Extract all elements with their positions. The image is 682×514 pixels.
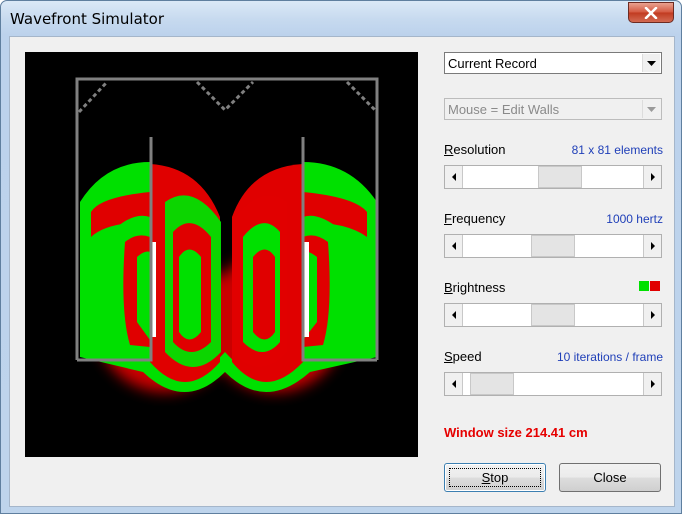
brightness-label-rest: rightness xyxy=(452,280,506,295)
chevron-down-icon xyxy=(647,61,656,66)
view-record-value: Current Record xyxy=(448,56,537,71)
scroll-right-button[interactable] xyxy=(643,373,661,395)
speed-value: 10 iterations / frame xyxy=(556,350,663,364)
scroll-right-button[interactable] xyxy=(643,235,661,257)
resolution-scrollbar[interactable] xyxy=(444,165,662,189)
brightness-swatch-green xyxy=(639,281,649,291)
resolution-value: 81 x 81 elements xyxy=(571,143,663,157)
brightness-swatch-red xyxy=(650,281,660,291)
focus-rectangle xyxy=(449,468,541,487)
scroll-thumb[interactable] xyxy=(470,373,514,395)
arrow-left-icon xyxy=(451,173,456,181)
stop-button[interactable]: Stop xyxy=(444,463,546,492)
view-record-dropdown-button[interactable] xyxy=(642,54,660,72)
mouse-mode-dropdown-button xyxy=(642,100,660,118)
wave-field-drawing xyxy=(75,77,379,392)
speed-label-rest: peed xyxy=(452,349,482,364)
arrow-left-icon xyxy=(451,242,456,250)
frequency-value: 1000 hertz xyxy=(606,212,663,226)
close-button[interactable]: Close xyxy=(559,463,661,492)
wavefront-simulator-window: Wavefront Simulator Current Record Mouse… xyxy=(0,0,682,514)
mouse-mode-select: Mouse = Edit Walls xyxy=(444,98,662,120)
scroll-left-button[interactable] xyxy=(445,304,463,326)
dialog-client-area: Current Record Mouse = Edit Walls Resolu… xyxy=(9,36,675,507)
scroll-track[interactable] xyxy=(463,235,643,257)
resolution-label-rest: esolution xyxy=(453,142,506,157)
window-close-button[interactable] xyxy=(628,2,674,23)
arrow-right-icon xyxy=(650,380,655,388)
scroll-thumb[interactable] xyxy=(531,304,575,326)
scroll-left-button[interactable] xyxy=(445,166,463,188)
arrow-right-icon xyxy=(650,173,655,181)
scroll-thumb[interactable] xyxy=(531,235,575,257)
scroll-left-button[interactable] xyxy=(445,235,463,257)
scroll-right-button[interactable] xyxy=(643,166,661,188)
chevron-down-icon xyxy=(647,107,656,112)
scroll-thumb[interactable] xyxy=(538,166,582,188)
brightness-label-mnemonic: B xyxy=(444,280,453,295)
frequency-scrollbar[interactable] xyxy=(444,234,662,258)
scroll-right-button[interactable] xyxy=(643,304,661,326)
close-icon xyxy=(644,6,658,19)
wave-simulation-canvas[interactable] xyxy=(25,52,418,457)
view-record-select[interactable]: Current Record xyxy=(444,52,662,74)
brightness-label: Brightness xyxy=(444,280,505,295)
speed-label-mnemonic: S xyxy=(444,349,453,364)
arrow-right-icon xyxy=(650,311,655,319)
mouse-mode-value: Mouse = Edit Walls xyxy=(448,102,560,117)
scroll-track[interactable] xyxy=(463,373,643,395)
window-title: Wavefront Simulator xyxy=(10,10,165,28)
scroll-track[interactable] xyxy=(463,304,643,326)
resolution-label-mnemonic: R xyxy=(444,142,454,157)
title-bar[interactable]: Wavefront Simulator xyxy=(1,1,681,35)
speed-label: Speed xyxy=(444,349,482,364)
window-size-status: Window size 214.41 cm xyxy=(444,425,588,440)
arrow-right-icon xyxy=(650,242,655,250)
frequency-label: Frequency xyxy=(444,211,505,226)
speed-scrollbar[interactable] xyxy=(444,372,662,396)
arrow-left-icon xyxy=(451,380,456,388)
brightness-scrollbar[interactable] xyxy=(444,303,662,327)
scroll-track[interactable] xyxy=(463,166,643,188)
frequency-label-mnemonic: F xyxy=(444,211,452,226)
resolution-label: Resolution xyxy=(444,142,505,157)
arrow-left-icon xyxy=(451,311,456,319)
scroll-left-button[interactable] xyxy=(445,373,463,395)
frequency-label-rest: requency xyxy=(451,211,506,226)
